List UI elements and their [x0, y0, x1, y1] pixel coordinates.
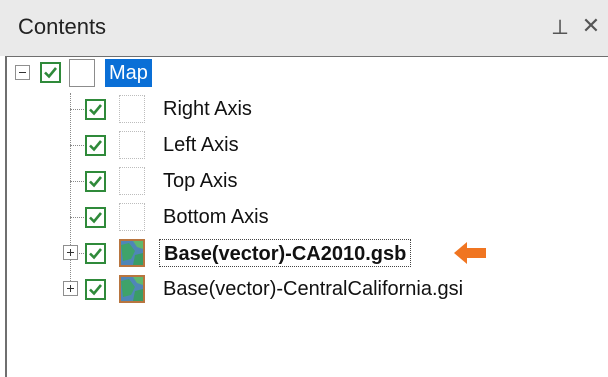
- base-central-california-checkbox[interactable]: [85, 279, 106, 300]
- tree-connector-line: [70, 181, 84, 182]
- plus-icon-stroke: [70, 285, 71, 292]
- orange-arrow-icon: [454, 242, 486, 264]
- tree-item-right-axis[interactable]: Right Axis: [163, 95, 252, 123]
- base-ca2010-checkbox[interactable]: [85, 243, 106, 264]
- checkmark-icon: [89, 212, 103, 224]
- right-axis-checkbox[interactable]: [85, 99, 106, 120]
- contents-panel: Contents 𝍥 ✕ Map Right Axis Left Axis To…: [0, 0, 608, 377]
- tree-item-base-central-california[interactable]: Base(vector)-CentralCalifornia.gsi: [163, 275, 463, 303]
- base-map-graphic: [121, 277, 143, 301]
- top-axis-checkbox[interactable]: [85, 171, 106, 192]
- panel-title-bar: Contents 𝍥 ✕: [0, 0, 608, 56]
- axis-icon: [119, 167, 145, 195]
- tree-connector-line: [70, 217, 84, 218]
- checkmark-icon: [89, 284, 103, 296]
- expand-toggle[interactable]: [63, 245, 78, 260]
- panel-title: Contents: [18, 14, 107, 39]
- bottom-axis-checkbox[interactable]: [85, 207, 106, 228]
- checkmark-icon: [89, 248, 103, 260]
- base-map-graphic: [121, 241, 143, 265]
- tree-connector-line: [70, 109, 84, 110]
- pin-icon[interactable]: 𝍥: [551, 14, 569, 40]
- tree-item-bottom-axis[interactable]: Bottom Axis: [163, 203, 269, 231]
- collapse-toggle[interactable]: [15, 65, 30, 80]
- base-map-icon: [119, 239, 145, 267]
- checkmark-icon: [44, 67, 58, 79]
- base-map-icon: [119, 275, 145, 303]
- tree-item-map-label[interactable]: Map: [105, 59, 152, 87]
- contents-tree: Map Right Axis Left Axis Top Axis Bottom…: [5, 56, 608, 377]
- checkmark-icon: [89, 176, 103, 188]
- close-icon[interactable]: ✕: [580, 14, 602, 40]
- expand-toggle[interactable]: [63, 281, 78, 296]
- tree-item-base-ca2010[interactable]: Base(vector)-CA2010.gsb: [159, 239, 412, 267]
- map-visibility-checkbox[interactable]: [40, 62, 61, 83]
- minus-icon: [19, 72, 26, 73]
- left-axis-checkbox[interactable]: [85, 135, 106, 156]
- checkmark-icon: [89, 104, 103, 116]
- tree-item-left-axis[interactable]: Left Axis: [163, 131, 239, 159]
- axis-icon: [119, 131, 145, 159]
- tree-item-top-axis[interactable]: Top Axis: [163, 167, 237, 195]
- tree-connector-line: [70, 145, 84, 146]
- checkmark-icon: [89, 140, 103, 152]
- axis-icon: [119, 203, 145, 231]
- axis-icon: [119, 95, 145, 123]
- plus-icon-stroke: [70, 249, 71, 256]
- map-frame-icon: [69, 59, 95, 87]
